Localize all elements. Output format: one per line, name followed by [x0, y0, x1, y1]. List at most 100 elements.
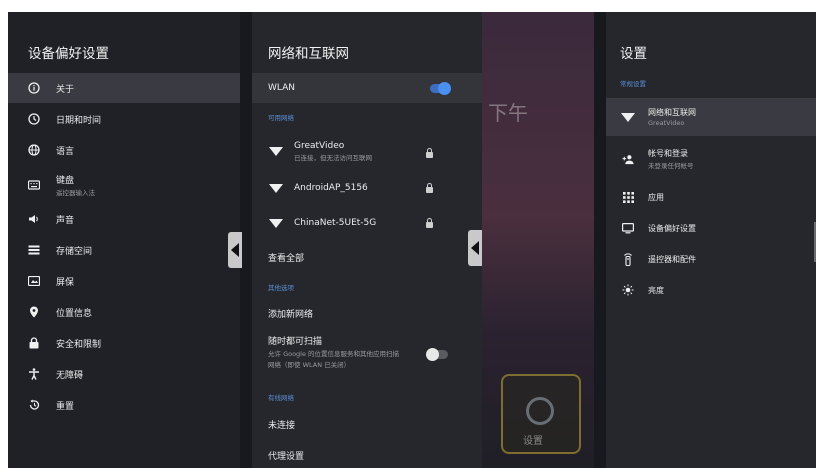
add-network-button[interactable]: 添加新网络	[252, 298, 482, 328]
network-item[interactable]: AndroidAP_5156	[252, 173, 482, 203]
network-status: 已连接，但无法访问互联网	[294, 153, 372, 162]
menu-item-security[interactable]: 安全和限制	[8, 328, 240, 358]
section-wired-network: 有线网络	[268, 394, 294, 402]
always-scan-toggle[interactable]	[426, 348, 448, 361]
settings-item-label: 遥控器和配件	[648, 254, 696, 264]
settings-item-subtitle: GreatVideo	[648, 119, 685, 127]
wlan-toggle-row[interactable]: WLAN	[252, 73, 482, 103]
collapse-mid-button[interactable]	[468, 230, 482, 266]
see-all-networks[interactable]: 查看全部	[252, 242, 482, 272]
lock-icon	[28, 337, 40, 349]
lock-icon	[426, 218, 433, 228]
always-scan-title: 随时都可扫描	[268, 337, 323, 347]
chevron-left-icon	[231, 243, 239, 257]
volume-icon	[28, 213, 40, 225]
device-preferences-panel: 设备偏好设置 关于 日期和时间 语言 键盘 遥控器输入法 声音 存储空间 屏保 …	[8, 12, 240, 468]
lock-icon	[426, 148, 433, 158]
menu-item-location[interactable]: 位置信息	[8, 297, 240, 327]
menu-item-sound[interactable]: 声音	[8, 204, 240, 234]
menu-item-label: 关于	[56, 84, 75, 95]
background-tile-label: 设置	[523, 436, 543, 447]
always-scan-desc-1: 允许 Google 的位置信息服务和其他应用扫描	[268, 350, 400, 358]
menu-item-label: 无障碍	[56, 370, 84, 381]
menu-item-reset[interactable]: 重置	[8, 390, 240, 420]
menu-item-accessibility[interactable]: 无障碍	[8, 359, 240, 389]
wifi-icon	[269, 145, 283, 157]
wired-status-label: 未连接	[268, 420, 296, 431]
menu-item-label: 存储空间	[56, 246, 93, 257]
accessibility-icon	[28, 368, 40, 380]
location-icon	[28, 306, 40, 318]
keyboard-icon	[28, 179, 40, 191]
storage-icon	[28, 244, 40, 256]
always-scan-row[interactable]: 随时都可扫描 允许 Google 的位置信息服务和其他应用扫描 网络（即使 WL…	[252, 334, 482, 374]
info-icon	[28, 82, 40, 94]
menu-item-label: 日期和时间	[56, 115, 102, 126]
toggle-knob	[426, 348, 439, 361]
collapse-left-button[interactable]	[228, 232, 242, 268]
wired-not-connected[interactable]: 未连接	[252, 409, 482, 439]
network-name: ChinaNet-5UEt-5G	[294, 218, 377, 228]
settings-item-subtitle: 未登录任何帐号	[648, 162, 694, 170]
wifi-icon	[621, 111, 635, 123]
gutter-right	[594, 12, 606, 468]
scroll-indicator[interactable]	[814, 222, 816, 262]
menu-item-language[interactable]: 语言	[8, 135, 240, 165]
background-settings-icon	[526, 397, 554, 425]
network-internet-panel: 网络和互联网 WLAN 可用网络 GreatVideo 已连接，但无法访问互联网…	[252, 12, 482, 468]
panel-title: 网络和互联网	[268, 46, 349, 62]
settings-item-label: 帐号和登录	[648, 149, 688, 158]
reset-icon	[28, 399, 40, 411]
menu-item-date-time[interactable]: 日期和时间	[8, 104, 240, 134]
network-item[interactable]: GreatVideo 已连接，但无法访问互联网	[252, 135, 482, 167]
settings-item-brightness[interactable]: 亮度	[606, 275, 816, 305]
background-afternoon-text: 下午	[488, 101, 528, 125]
remote-icon	[622, 252, 634, 266]
always-scan-desc-2: 网络（即使 WLAN 已关闭）	[268, 361, 351, 369]
clock-icon	[28, 113, 40, 125]
settings-item-device-preferences[interactable]: 设备偏好设置	[606, 213, 816, 243]
brightness-icon	[622, 284, 634, 296]
menu-item-about[interactable]: 关于	[8, 73, 240, 103]
network-name: GreatVideo	[294, 140, 345, 151]
apps-grid-icon	[622, 191, 634, 203]
section-other-options: 其他选项	[268, 284, 294, 292]
add-network-label: 添加新网络	[268, 309, 314, 320]
chevron-left-icon	[471, 241, 479, 255]
tv-settings-screen: 下午 设置 设备偏好设置 关于 日期和时间 语言 键盘 遥控器输入法 声音 存储…	[8, 12, 816, 468]
menu-item-screensaver[interactable]: 屏保	[8, 266, 240, 296]
section-general-settings: 常规设置	[620, 80, 646, 88]
menu-item-subtitle: 遥控器输入法	[56, 189, 95, 197]
lock-icon	[426, 183, 433, 193]
proxy-settings[interactable]: 代理设置	[252, 440, 482, 468]
tv-icon	[622, 222, 634, 234]
proxy-settings-label: 代理设置	[268, 451, 305, 462]
menu-item-label: 声音	[56, 215, 75, 226]
settings-item-network[interactable]: 网络和互联网 GreatVideo	[606, 98, 816, 136]
wlan-label: WLAN	[268, 83, 296, 93]
menu-item-label: 位置信息	[56, 308, 93, 319]
settings-item-label: 亮度	[648, 285, 664, 295]
toggle-knob	[438, 82, 451, 95]
menu-item-label: 键盘	[56, 176, 75, 186]
menu-item-storage[interactable]: 存储空间	[8, 235, 240, 265]
menu-item-label: 屏保	[56, 277, 75, 288]
settings-item-label: 设备偏好设置	[648, 223, 696, 233]
screensaver-icon	[28, 275, 40, 287]
menu-item-label: 安全和限制	[56, 339, 102, 350]
settings-item-accounts[interactable]: 帐号和登录 未登录任何帐号	[606, 142, 816, 176]
settings-item-apps[interactable]: 应用	[606, 182, 816, 212]
menu-item-label: 重置	[56, 401, 75, 412]
wifi-icon	[269, 182, 283, 194]
wifi-icon	[269, 217, 283, 229]
settings-item-remote[interactable]: 遥控器和配件	[606, 244, 816, 274]
panel-title: 设备偏好设置	[28, 46, 109, 62]
section-available-networks: 可用网络	[268, 114, 294, 122]
add-account-icon	[622, 153, 634, 165]
panel-title: 设置	[620, 46, 647, 62]
settings-item-label: 应用	[648, 192, 664, 202]
network-name: AndroidAP_5156	[294, 183, 368, 193]
network-item[interactable]: ChinaNet-5UEt-5G	[252, 208, 482, 238]
wlan-toggle[interactable]	[430, 82, 451, 95]
menu-item-keyboard[interactable]: 键盘 遥控器输入法	[8, 168, 240, 202]
